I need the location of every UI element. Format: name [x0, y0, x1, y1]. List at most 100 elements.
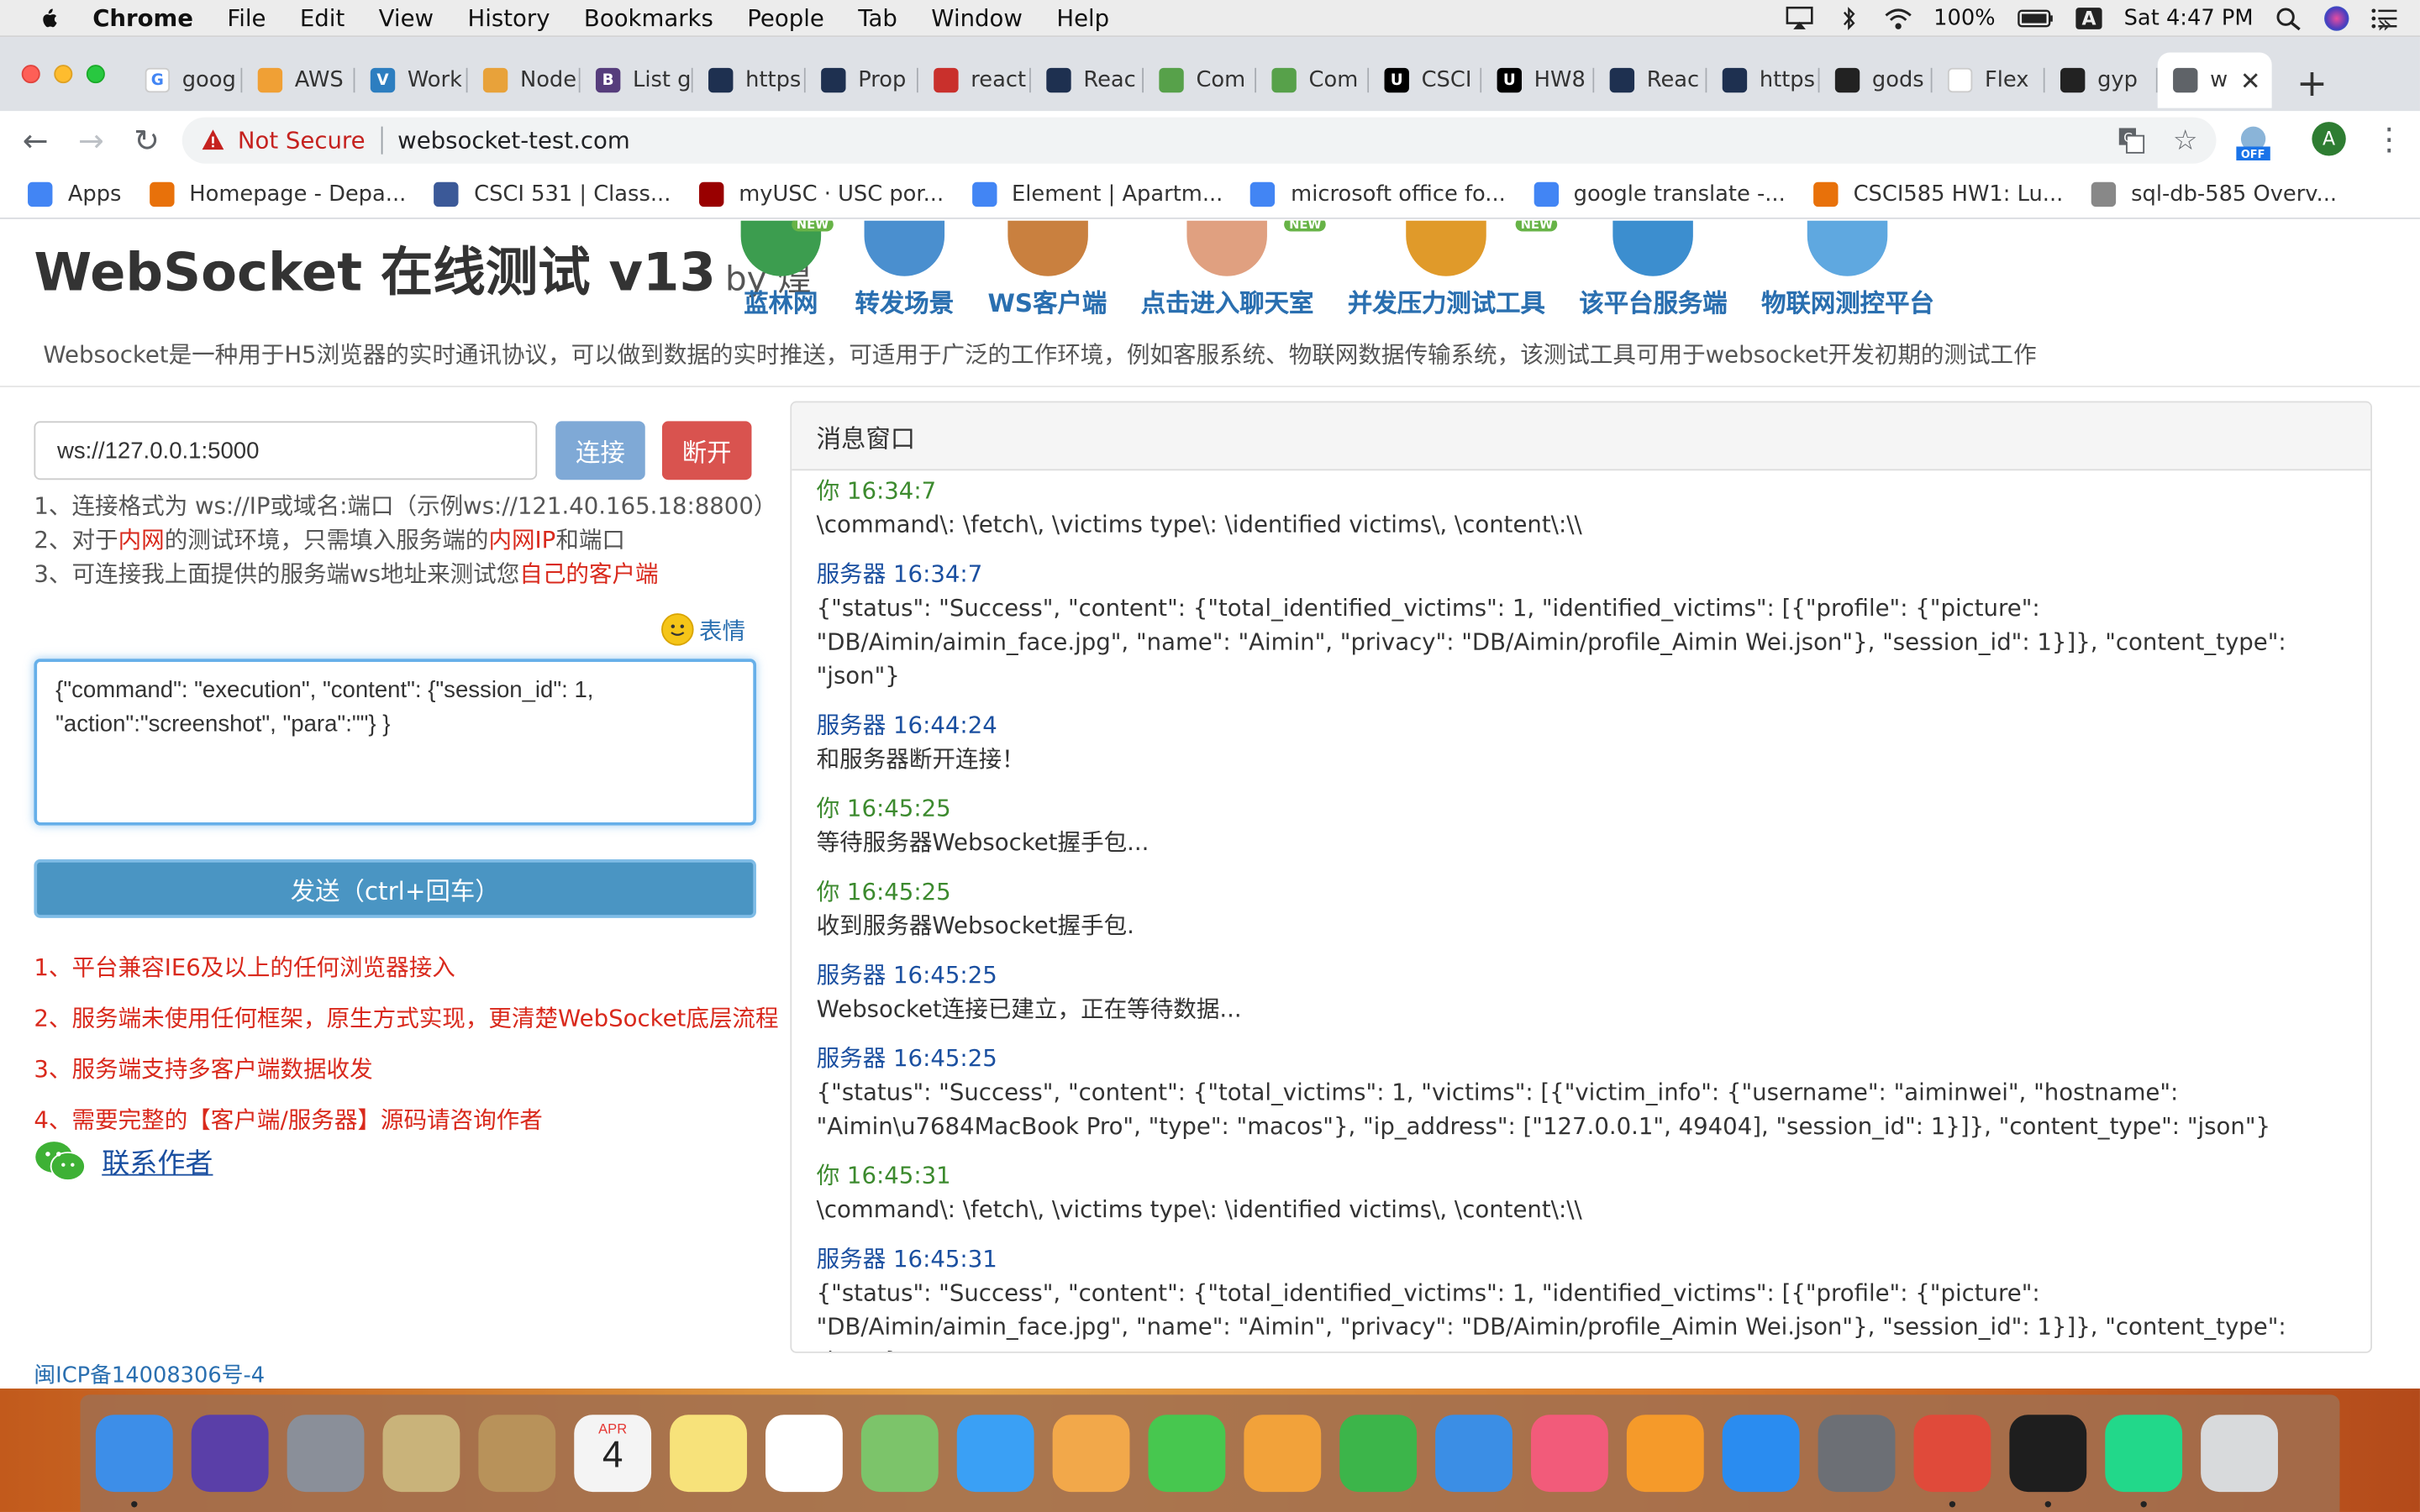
menu-file[interactable]: File — [227, 4, 266, 32]
browser-tab[interactable]: gyp — [2045, 55, 2158, 105]
browser-tab[interactable]: Reac — [1594, 55, 1707, 105]
calendar-icon[interactable]: APR 4 — [574, 1415, 652, 1493]
warning-icon[interactable] — [201, 128, 225, 152]
bookmark-item[interactable]: CSCI 531 | Class... — [434, 181, 671, 207]
bookmark-item[interactable]: Element | Apartm... — [971, 181, 1223, 207]
keynote-icon[interactable] — [1435, 1415, 1512, 1493]
bookmark-item[interactable]: myUSC · USC por... — [698, 181, 944, 207]
menubar-clock[interactable]: Sat 4:47 PM — [2124, 6, 2254, 30]
back-arrow-icon[interactable]: ← — [18, 122, 52, 159]
photos-icon[interactable] — [1052, 1415, 1130, 1493]
tab-active[interactable]: w ✕ — [2157, 52, 2272, 108]
bluetooth-icon[interactable] — [1835, 6, 1863, 30]
minimize-window-button[interactable] — [54, 65, 73, 84]
bookmark-item[interactable]: Apps — [28, 181, 121, 207]
bookmark-item[interactable]: CSCI585 HW1: Lu... — [1812, 181, 2063, 207]
browser-tab[interactable]: react — [918, 55, 1031, 105]
menu-bookmarks[interactable]: Bookmarks — [584, 4, 713, 32]
browser-tab[interactable]: Reac — [1031, 55, 1144, 105]
launchpad-icon[interactable] — [287, 1415, 365, 1493]
browser-tab[interactable]: gods — [1819, 55, 1933, 105]
send-button[interactable]: 发送（ctrl+回车） — [34, 859, 756, 918]
finder-icon[interactable] — [95, 1415, 173, 1508]
close-tab-icon[interactable]: ✕ — [2240, 66, 2261, 95]
not-secure-label[interactable]: Not Secure — [238, 127, 366, 155]
mail-icon[interactable] — [382, 1415, 460, 1493]
browser-tab[interactable]: U CSCI — [1369, 55, 1482, 105]
menu-tab[interactable]: Tab — [858, 4, 897, 32]
browser-tab[interactable]: U HW8 — [1481, 55, 1595, 105]
facetime-icon[interactable] — [1148, 1415, 1226, 1493]
contacts-icon[interactable] — [478, 1415, 556, 1493]
bookmark-item[interactable]: google translate -... — [1533, 181, 1786, 207]
spotlight-search-icon[interactable] — [2275, 6, 2302, 31]
site-nav-item[interactable]: 该平台服务端 — [1579, 220, 1728, 320]
app-store-icon[interactable] — [1722, 1415, 1800, 1493]
url-text[interactable]: websocket-test.com — [397, 127, 630, 155]
site-nav-item[interactable]: NEW 并发压力测试工具 — [1348, 220, 1558, 320]
menu-edit[interactable]: Edit — [300, 4, 345, 32]
notes-icon[interactable] — [670, 1415, 747, 1493]
site-nav-item[interactable]: 转发场景 — [855, 220, 954, 320]
disconnect-button[interactable]: 断开 — [661, 421, 752, 480]
chrome-icon[interactable] — [1913, 1415, 1991, 1508]
bookmarks-overflow-button[interactable]: » — [2377, 9, 2392, 39]
menu-window[interactable]: Window — [931, 4, 1023, 32]
emoji-button[interactable]: 表情 — [660, 612, 745, 646]
messages-icon[interactable] — [956, 1415, 1034, 1493]
pycharm-icon[interactable] — [2105, 1415, 2183, 1508]
browser-tab[interactable]: Ggoog — [129, 55, 243, 105]
message-list[interactable]: 你 16:34:7 \command\: \fetch\, \victims ty… — [792, 470, 2370, 1352]
browser-tab[interactable]: AWS — [242, 55, 355, 105]
icp-license-link[interactable]: 闽ICP备14008306号-4 — [34, 1359, 265, 1389]
extension-off-icon[interactable]: OFF — [2235, 123, 2272, 161]
new-tab-button[interactable]: + — [2296, 61, 2328, 104]
numbers-icon[interactable] — [1339, 1415, 1418, 1493]
site-nav-item[interactable]: WS客户端 — [988, 220, 1107, 320]
menu-people[interactable]: People — [747, 4, 824, 32]
translate-icon[interactable]: G — [2118, 127, 2145, 155]
browser-tab[interactable]: https — [1707, 55, 1820, 105]
browser-tab[interactable]: Prop — [806, 55, 918, 105]
menu-help[interactable]: Help — [1056, 4, 1109, 32]
bookmark-star-icon[interactable]: ☆ — [2173, 125, 2198, 158]
wifi-icon[interactable] — [1884, 6, 1912, 30]
menu-view[interactable]: View — [379, 4, 434, 32]
music-icon[interactable] — [1531, 1415, 1608, 1493]
bookmark-item[interactable]: sql-db-585 Overv... — [2091, 181, 2337, 207]
system-preferences-icon[interactable] — [1818, 1415, 1896, 1493]
maps-icon[interactable] — [860, 1415, 939, 1493]
battery-icon[interactable] — [2017, 6, 2054, 30]
browser-tab[interactable]: https — [693, 55, 806, 105]
bookmark-item[interactable]: Homepage - Depa... — [149, 181, 406, 207]
input-source-badge[interactable]: A — [2075, 8, 2102, 29]
airplay-icon[interactable] — [1786, 6, 1813, 30]
ws-address-input[interactable]: ws://127.0.0.1:5000 — [34, 421, 538, 480]
trash-icon[interactable] — [2201, 1415, 2278, 1493]
reload-icon[interactable]: ↻ — [129, 122, 163, 159]
site-nav-item[interactable]: NEW 蓝林网 — [740, 220, 834, 320]
site-nav-item[interactable]: NEW 点击进入聊天室 — [1141, 220, 1327, 320]
browser-tab[interactable]: Com — [1144, 55, 1257, 105]
apple-icon[interactable] — [34, 4, 61, 32]
message-textarea[interactable]: {"command": "execution", "content": {"se… — [34, 659, 756, 826]
browser-tab[interactable]: B List g — [581, 55, 693, 105]
address-bar[interactable]: Not Secure websocket-test.com G ☆ — [182, 117, 2217, 164]
browser-tab[interactable]: V Work — [355, 55, 468, 105]
browser-tab[interactable]: Node — [468, 55, 581, 105]
close-window-button[interactable] — [21, 65, 40, 84]
profile-avatar[interactable]: A — [2312, 122, 2346, 156]
menu-app-name[interactable]: Chrome — [92, 4, 193, 32]
chrome-menu-icon[interactable]: ⋮ — [2374, 120, 2405, 157]
siri-icon[interactable] — [191, 1415, 269, 1493]
zoom-window-button[interactable] — [86, 65, 105, 84]
connect-button[interactable]: 连接 — [555, 421, 645, 480]
forward-arrow-icon[interactable]: → — [74, 122, 108, 159]
reminders-icon[interactable] — [765, 1415, 843, 1493]
menu-history[interactable]: History — [467, 4, 550, 32]
books-icon[interactable] — [1626, 1415, 1704, 1493]
browser-tab[interactable]: Flex — [1933, 55, 2045, 105]
contact-author-link[interactable]: 联系作者 — [102, 1142, 213, 1182]
pages-icon[interactable] — [1244, 1415, 1322, 1493]
site-nav-item[interactable]: 物联网测控平台 — [1761, 220, 1934, 320]
